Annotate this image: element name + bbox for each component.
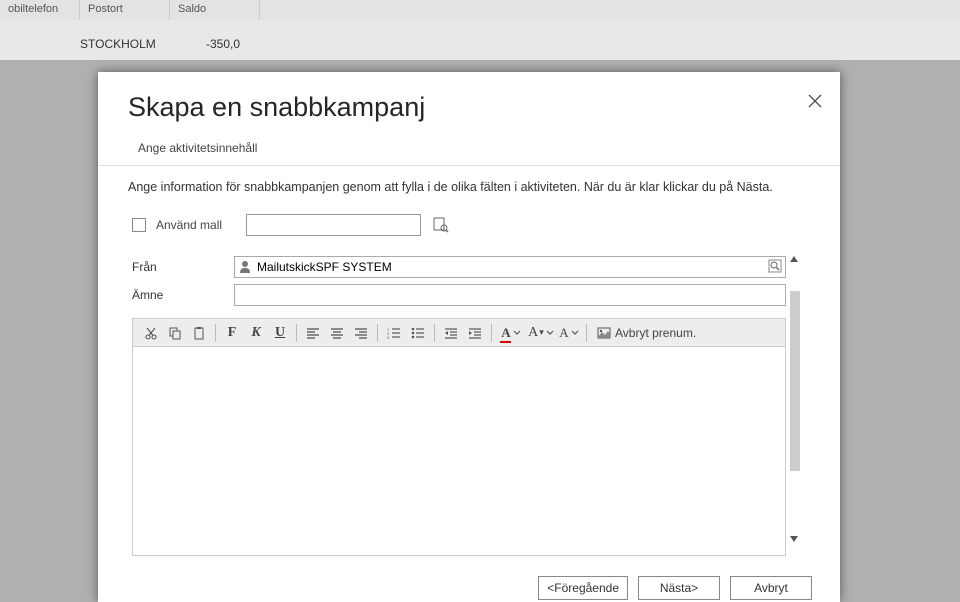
font-color-button[interactable]: A — [496, 322, 526, 344]
cell-saldo: -350,0 — [170, 37, 260, 51]
bold-button[interactable]: F — [220, 322, 244, 344]
align-right-button[interactable] — [349, 322, 373, 344]
ordered-list-icon: 1 2 3 — [387, 327, 401, 339]
scroll-up-button[interactable] — [788, 254, 804, 268]
next-button[interactable]: Nästa> — [638, 576, 720, 600]
use-template-label: Använd mall — [156, 218, 222, 232]
from-input[interactable] — [234, 256, 786, 278]
template-lookup-button[interactable] — [433, 217, 449, 233]
indent-icon — [468, 327, 482, 339]
quick-campaign-dialog: Skapa en snabbkampanj Ange aktivitetsinn… — [98, 72, 840, 602]
align-right-icon — [354, 327, 368, 339]
font-family-button[interactable]: A — [556, 322, 582, 344]
align-center-icon — [330, 327, 344, 339]
unsubscribe-label: Avbryt prenum. — [615, 326, 696, 340]
previous-button[interactable]: <Föregående — [538, 576, 628, 600]
underline-button[interactable]: U — [268, 322, 292, 344]
chevron-down-icon — [571, 330, 579, 336]
chevron-down-icon — [546, 330, 554, 336]
align-left-icon — [306, 327, 320, 339]
close-icon — [808, 94, 822, 108]
svg-text:3: 3 — [387, 335, 390, 339]
copy-button[interactable] — [163, 322, 187, 344]
align-center-button[interactable] — [325, 322, 349, 344]
col-saldo: Saldo — [170, 0, 260, 20]
font-size-button[interactable]: A ▾ — [526, 322, 556, 344]
rich-text-editor[interactable] — [132, 346, 786, 556]
subject-label: Ämne — [132, 288, 234, 302]
instruction-text: Ange information för snabbkampanjen geno… — [98, 166, 840, 208]
paste-icon — [192, 326, 206, 340]
col-mobiltelefon: obiltelefon — [0, 0, 80, 20]
use-template-checkbox[interactable] — [132, 218, 146, 232]
template-input[interactable] — [246, 214, 421, 236]
align-left-button[interactable] — [301, 322, 325, 344]
cut-button[interactable] — [139, 322, 163, 344]
image-icon — [597, 327, 611, 339]
unordered-list-icon — [411, 327, 425, 339]
grid-header: obiltelefon Postort Saldo — [0, 0, 960, 20]
close-button[interactable] — [808, 94, 822, 108]
lookup-icon — [433, 217, 449, 233]
cancel-button[interactable]: Avbryt — [730, 576, 812, 600]
outdent-icon — [444, 327, 458, 339]
col-postort: Postort — [80, 0, 170, 20]
background-grid: obiltelefon Postort Saldo STOCKHOLM -350… — [0, 0, 960, 60]
scroll-down-button[interactable] — [788, 534, 804, 548]
paste-button[interactable] — [187, 322, 211, 344]
chevron-down-icon — [513, 330, 521, 336]
unordered-list-button[interactable] — [406, 322, 430, 344]
step-label: Ange aktivitetsinnehåll — [98, 133, 840, 165]
cell-postort: STOCKHOLM — [80, 37, 170, 51]
form-scrollbar[interactable] — [786, 256, 806, 312]
from-label: Från — [132, 260, 234, 274]
editor-toolbar: F K U — [132, 318, 786, 346]
dialog-title: Skapa en snabbkampanj — [98, 92, 840, 133]
subject-input[interactable] — [234, 284, 786, 306]
italic-button[interactable]: K — [244, 322, 268, 344]
scroll-thumb[interactable] — [790, 291, 800, 471]
scissors-icon — [144, 326, 158, 340]
from-lookup-button[interactable] — [768, 259, 782, 273]
unsubscribe-button[interactable]: Avbryt prenum. — [591, 326, 702, 340]
outdent-button[interactable] — [439, 322, 463, 344]
copy-icon — [168, 326, 182, 340]
person-icon — [239, 260, 251, 273]
ordered-list-button[interactable]: 1 2 3 — [382, 322, 406, 344]
grid-row: STOCKHOLM -350,0 — [0, 20, 960, 60]
indent-button[interactable] — [463, 322, 487, 344]
